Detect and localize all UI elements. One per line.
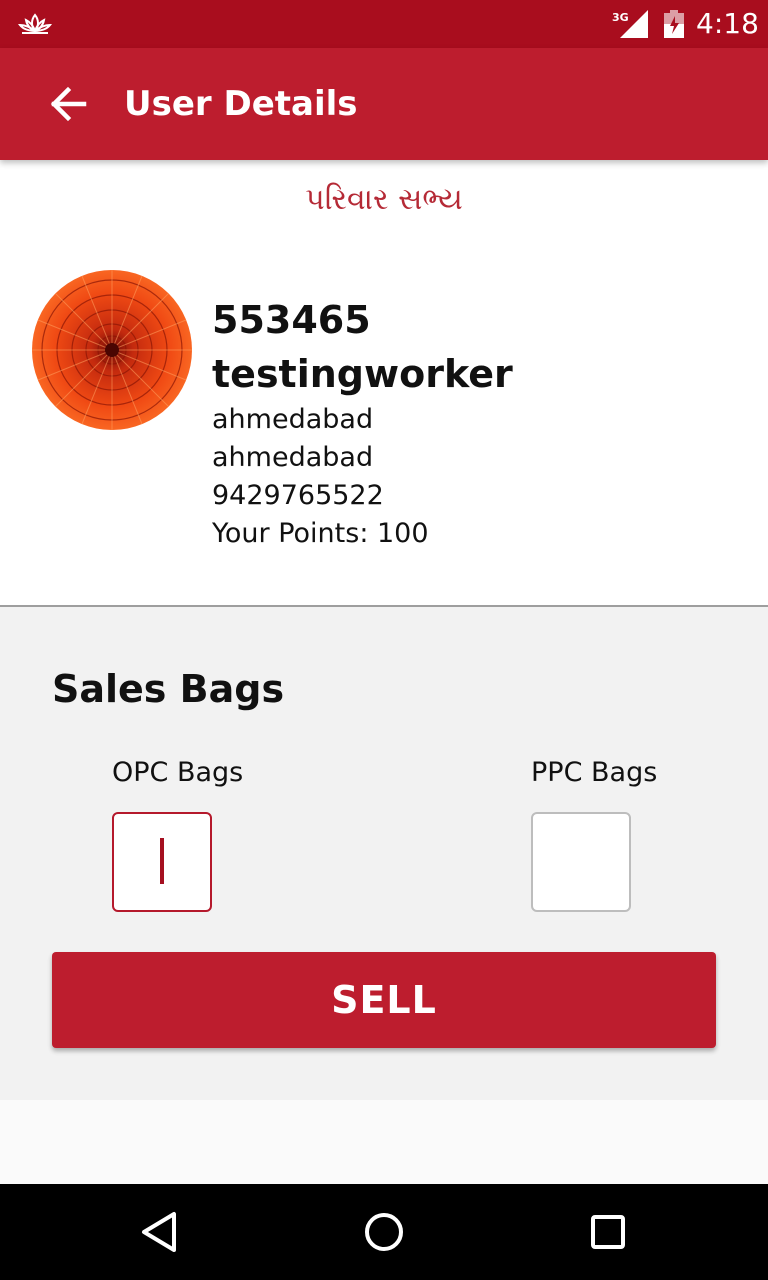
flower-avatar-image bbox=[32, 270, 192, 430]
user-points: Your Points: 100 bbox=[212, 518, 429, 549]
avatar bbox=[32, 270, 192, 430]
user-city: ahmedabad bbox=[212, 404, 374, 435]
arrow-back-icon bbox=[50, 86, 87, 122]
user-name: testingworker bbox=[212, 352, 513, 396]
nav-recents-button[interactable] bbox=[584, 1208, 632, 1256]
nav-back-button[interactable] bbox=[136, 1208, 184, 1256]
user-district: ahmedabad bbox=[212, 442, 374, 473]
system-nav-bar bbox=[0, 1184, 768, 1280]
user-phone: 9429765522 bbox=[212, 480, 384, 511]
network-type-label: 3G bbox=[612, 11, 629, 24]
nav-home-button[interactable] bbox=[360, 1208, 408, 1256]
ppc-bags-label: PPC Bags bbox=[531, 757, 658, 788]
signal-3g-icon: 3G bbox=[612, 10, 648, 38]
status-time: 4:18 bbox=[696, 7, 759, 40]
opc-bags-label: OPC Bags bbox=[112, 757, 244, 788]
triangle-back-icon bbox=[142, 1212, 176, 1252]
page-title: User Details bbox=[124, 84, 358, 124]
sell-button[interactable]: SELL bbox=[52, 952, 716, 1048]
sales-bags-title: Sales Bags bbox=[52, 667, 285, 711]
battery-icon bbox=[664, 10, 684, 38]
lotus-logo-icon bbox=[18, 13, 52, 34]
text-cursor bbox=[160, 838, 164, 884]
circle-home-icon bbox=[365, 1213, 403, 1251]
profile-section: પરિવાર સભ્ય 553465 testingworker ahmedab… bbox=[0, 160, 768, 606]
family-member-heading: પરિવાર સભ્ય bbox=[305, 182, 463, 217]
square-recents-icon bbox=[591, 1215, 625, 1249]
sales-section: Sales Bags OPC Bags PPC Bags SELL bbox=[0, 607, 768, 1100]
app-bar: User Details bbox=[0, 48, 768, 160]
back-button[interactable] bbox=[44, 78, 92, 130]
status-bar: 3G 4:18 bbox=[0, 0, 768, 48]
user-id: 553465 bbox=[212, 298, 371, 342]
ppc-bags-input[interactable] bbox=[531, 812, 631, 912]
